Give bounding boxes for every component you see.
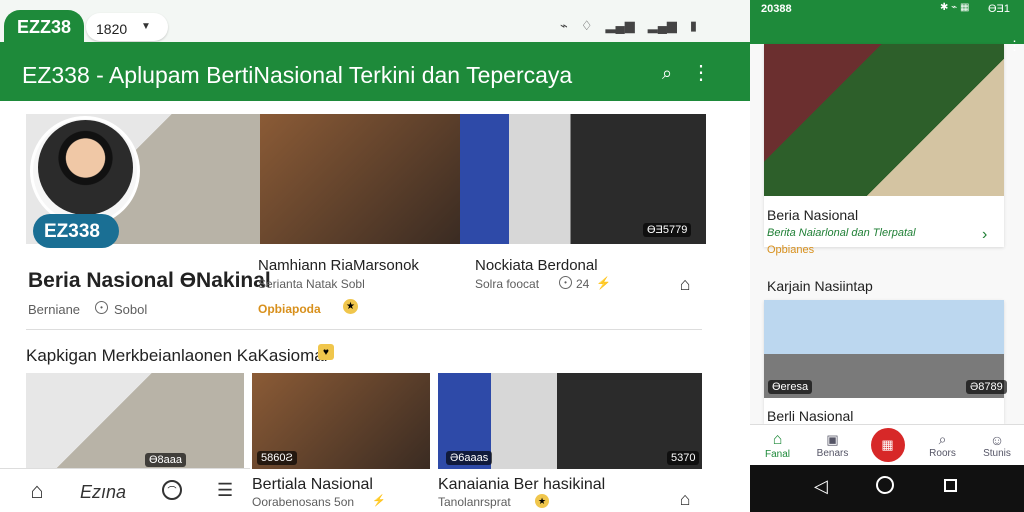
news-card-3-headline[interactable]: Kanaiania Ber hasikinal [438,476,605,494]
left-app-title: EZ338 - Aplupam BertiNasional Terkini da… [22,62,573,88]
comment-icon: • [559,276,572,289]
share-icon-2[interactable]: ⌂ [676,489,694,509]
star-icon: ★ [343,299,358,314]
right-section-title: Karjain Nasiintap [767,278,873,294]
right-phone: 20388 ƟƎ1 ✱ ⌁ ▦ ⌕ ⋮ Beria Nasional Berit… [750,0,1024,512]
home-icon: ⌂ [772,430,783,448]
right-card-1-title: Beria Nasional [767,207,859,223]
left-brand-text: EZZ38 [17,17,72,37]
circle-icon[interactable]: ⌒ [162,480,182,500]
right-nav-center[interactable]: ▦ [860,425,915,465]
hero-meta-right: Sobol [114,302,148,317]
news-card-2-badge: 5860Ƨ [257,451,297,465]
search-icon[interactable]: ⌕ [656,62,678,84]
left-time: 1820 [96,21,128,37]
right-count: 24 [576,277,590,291]
right-nav-profile-label: Stunis [983,447,1011,459]
right-card-1-image [764,44,1004,196]
profile-image [38,120,133,215]
news-icon: ▣ [826,431,839,447]
hero-title[interactable]: Beria Nasional ƟNakinal [28,269,271,293]
chevron-down-icon: ▼ [141,21,151,32]
recent-apps-icon[interactable] [944,479,957,492]
section-title: Kapkigan Merkbeianlaonen KaKasiomal [26,346,328,365]
profile-icon: ☺ [989,431,1005,448]
news-card-3[interactable]: Ə6aaas 5370 [438,373,702,469]
right-bottom-nav: ⌂ Fanal ▣ Benars ▦ ⌕ Roors ☺ Stunis [750,424,1024,465]
signal-icon: ▂▄▆ [605,18,635,33]
right-card-1-subtitle: Berita Naiarlonal dan Tlerpatal [767,227,916,239]
home-circle-icon[interactable] [876,476,894,494]
right-nav-news-label: Benars [816,447,849,459]
logo-text: EZ338 [44,221,100,242]
news-card-3-sub: Tanolanrsprat [438,495,511,509]
more-vert-icon[interactable]: ⋮ [691,62,711,84]
middle-sub: Serianta Natak Sobl [258,277,365,291]
right-card-2[interactable]: Ɵeresa Ə8789 Berli Nasional [764,300,1007,424]
hero-divider [26,329,702,330]
right-nav-home[interactable]: ⌂ Fanal [750,425,805,465]
right-headline[interactable]: Nockiata Berdonal [475,257,598,274]
right-card-2-badge-right: Ə8789 [966,380,1007,394]
back-icon[interactable]: ◁ [814,476,828,497]
clock-icon: • [95,301,108,314]
hero-image-middle [260,114,460,244]
battery-icon: ▮ [689,18,698,33]
search-icon: ⌕ [938,431,947,447]
right-status-icons: ✱ ⌁ ▦ [940,2,970,13]
text-nav-label[interactable]: Ezına [80,482,126,503]
right-status-right: ƟƎ1 [988,3,1011,15]
news-card-3-badge: Ə6aaas [446,451,493,465]
bolt-icon: ⚡ [596,276,611,290]
news-card-1-badge: Ɵ8aaa [145,453,187,467]
trophy-icon: ♥ [318,344,334,360]
right-card-1-meta: Opbianes [767,244,815,256]
right-nav-search[interactable]: ⌕ Roors [915,425,970,465]
red-badge-icon: ▦ [870,428,905,462]
share-icon[interactable]: ⌂ [676,274,694,294]
right-nav-news[interactable]: ▣ Benars [805,425,860,465]
wifi-icon: ⌁ [560,18,568,33]
right-card-2-badge-left: Ɵeresa [768,380,813,394]
star-small-icon: ★ [535,494,549,508]
news-card-2-headline[interactable]: Bertiala Nasional [252,476,373,494]
hero-meta-left: Berniane [28,302,81,317]
right-menu-icon[interactable]: ⋮ [1008,38,1021,54]
right-nav-profile[interactable]: ☺ Stunis [970,425,1024,465]
right-sub: Solra foocat [475,277,540,291]
bolt-icon-small: ⚡ [372,495,386,507]
news-card-2-sub: Oorabenosans 5on [252,495,355,509]
menu-icon[interactable]: ☰ [217,479,233,501]
left-status-icons: ⌁ ♢ ▂▄▆ ▂▄▆ ▮ [560,18,715,34]
news-card-2[interactable]: 5860Ƨ [252,373,430,469]
news-card-1[interactable]: Ɵ8aaa [26,373,244,469]
news-card-4-badge: 5370 [667,451,700,465]
right-time: 20388 [761,3,792,15]
middle-link[interactable]: Opbiapoda [258,302,321,316]
middle-headline[interactable]: Namhiann RiaMarsonok [258,257,419,274]
signal-icon: ▂▄▆ [647,18,677,33]
right-nav-search-label: Roors [929,448,956,459]
news-card-1-image [26,373,244,469]
left-app-window: EZZ38 1820 ▼ ⌁ ♢ ▂▄▆ ▂▄▆ ▮ EZ338 - Aplup… [0,0,750,512]
right-nav-home-label: Fanal [764,448,790,460]
chevron-right-icon[interactable]: › [982,226,987,244]
bluetooth-icon: ♢ [580,18,593,33]
right-hero-badge: ƟƎ5779 [643,223,692,237]
home-icon[interactable]: ⌂ [25,478,49,503]
right-card-1[interactable]: Beria Nasional Berita Naiarlonal dan Tle… [764,44,1004,256]
right-card-2-title: Berli Nasional [767,408,854,424]
